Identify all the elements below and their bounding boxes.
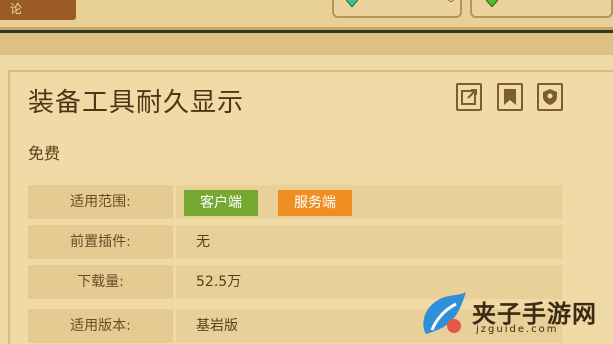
detail-label: 适用范围: [28, 185, 173, 219]
client-tag[interactable]: 客户端 [184, 190, 258, 216]
detail-value: 无 [176, 225, 562, 259]
plugin-title: 装备工具耐久显示 [28, 88, 245, 118]
plugin-price: 免费 [28, 144, 61, 163]
tab-forum-label: 论 [10, 2, 23, 16]
tab-indicator-icon [448, 0, 454, 2]
header-band [0, 33, 613, 55]
external-link-icon [461, 89, 477, 105]
site-watermark: 夹子手游网 jzguide.com [418, 286, 613, 344]
watermark-logo-icon [423, 292, 466, 334]
bookmark-icon [504, 89, 516, 105]
tab-green-gem[interactable] [470, 0, 613, 18]
tab-forum[interactable]: 论 [0, 0, 76, 20]
green-gem-icon [486, 0, 498, 7]
emerald-gem-icon [346, 0, 358, 7]
watermark-url: jzguide.com [476, 324, 559, 335]
top-tab-bar: 论 [0, 0, 613, 30]
detail-row-scope: 适用范围: 客户端 服务端 [28, 185, 562, 221]
tab-emerald[interactable] [332, 0, 462, 18]
shield-icon [543, 89, 557, 105]
bookmark-button[interactable] [497, 83, 523, 111]
detail-label: 前置插件: [28, 225, 173, 259]
shield-button[interactable] [537, 83, 563, 111]
detail-row-prerequisite: 前置插件: 无 [28, 225, 562, 261]
detail-label: 适用版本: [28, 309, 173, 343]
server-tag[interactable]: 服务端 [278, 190, 352, 216]
detail-label: 下载量: [28, 265, 173, 299]
share-button[interactable] [456, 83, 482, 111]
